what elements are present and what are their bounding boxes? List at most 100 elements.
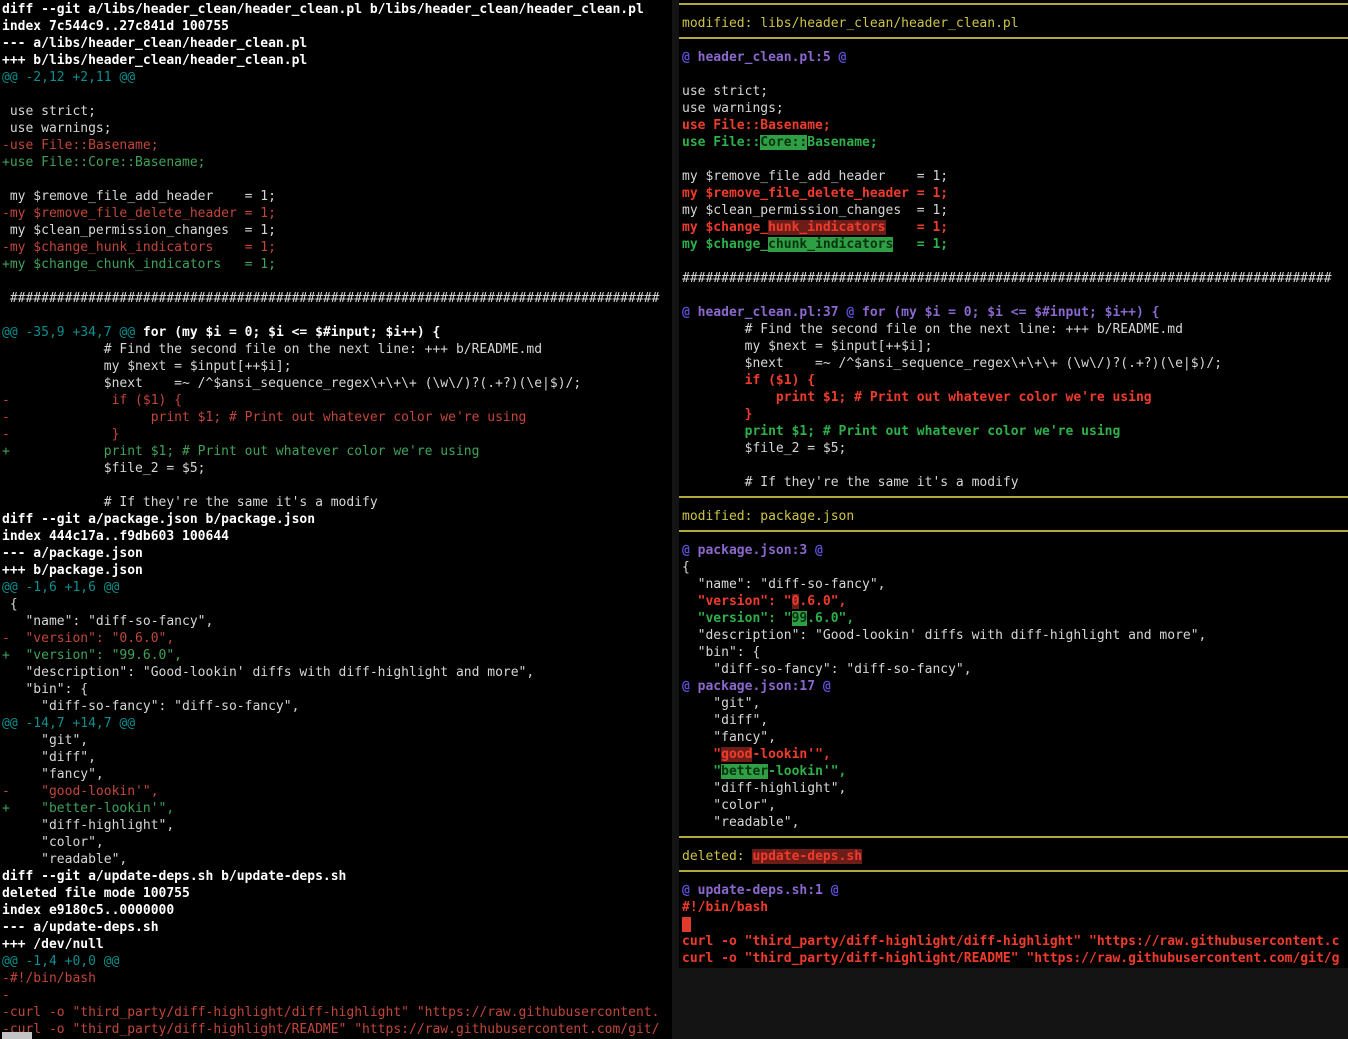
text-segment: @ [682,883,698,898]
section-separator-rule [679,530,1348,532]
terminal-line [0,273,672,290]
text-segment: "git", [2,733,88,748]
text-segment: deleted: [682,849,752,864]
terminal-line: "version": "0.6.0", [679,593,1348,610]
terminal-line: modified: package.json [679,508,1348,525]
terminal-line [0,171,672,188]
text-segment: +++ b/package.json [2,563,143,578]
terminal-line: --- a/package.json [0,545,672,562]
text-segment: "diff-highlight", [682,781,846,796]
text-segment: .6.0", [807,611,854,626]
text-segment: @@ -1,4 +0,0 @@ [2,954,119,969]
text-segment: print $1; # Print out whatever color we'… [682,390,1152,405]
terminal-line: @ header_clean.pl:5 @ [679,49,1348,66]
terminal-line [679,916,1348,933]
terminal-line: -my $change_hunk_indicators = 1; [0,239,672,256]
terminal-line: + print $1; # Print out whatever color w… [0,443,672,460]
terminal-line: @@ -14,7 +14,7 @@ [0,715,672,732]
terminal-line: use strict; [679,83,1348,100]
text-segment: @@ -1,6 +1,6 @@ [2,580,119,595]
text-segment: "color", [2,835,104,850]
text-segment: + "better-lookin'", [2,801,174,816]
terminal-line: ########################################… [679,270,1348,287]
terminal-line [679,287,1348,304]
text-segment: hunk_indicators [768,220,885,235]
text-segment: my $remove_file_add_header = 1; [2,189,276,204]
text-segment: header_clean.pl:5 [698,50,831,65]
terminal-line: - [0,987,672,1004]
text-segment: for (my $i = 0; $i <= $#input; $i++) { [135,325,440,340]
text-segment: "color", [682,798,776,813]
terminal-line: "git", [679,695,1348,712]
terminal-line: $next =~ /^$ansi_sequence_regex\+\+\+ (\… [679,355,1348,372]
terminal-line: -my $remove_file_delete_header = 1; [0,205,672,222]
terminal-line: -curl -o "third_party/diff-highlight/dif… [0,1004,672,1021]
text-segment: update-deps.sh:1 [698,883,823,898]
terminal-line: + "version": "99.6.0", [0,647,672,664]
text-segment: deleted file mode 100755 [2,886,190,901]
text-segment: @ [839,305,855,320]
text-segment: @ [682,50,698,65]
text-segment: = 1; [886,220,949,235]
text-segment: "description": "Good-lookin' diffs with … [2,665,534,680]
terminal-line: diff --git a/libs/header_clean/header_cl… [0,1,672,18]
terminal-line: "diff-highlight", [679,780,1348,797]
terminal-line: -use File::Basename; [0,137,672,154]
terminal-line: $file_2 = $5; [679,440,1348,457]
section-separator-rule [679,496,1348,498]
terminal-line: $file_2 = $5; [0,460,672,477]
terminal-line: # If they're the same it's a modify [0,494,672,511]
text-segment: package.json:17 [698,679,815,694]
text-segment: "diff-highlight", [2,818,174,833]
terminal-line: "bin": { [0,681,672,698]
text-segment: +++ /dev/null [2,937,104,952]
text-segment: .6.0", [799,594,846,609]
text-segment: print $1; # Print out whatever color we'… [682,424,1120,439]
terminal-line: # Find the second file on the next line:… [679,321,1348,338]
text-segment: "bin": { [2,682,88,697]
text-segment: -my $remove_file_delete_header = 1; [2,206,276,221]
terminal-line: # Find the second file on the next line:… [0,341,672,358]
text-segment: index e9180c5..0000000 [2,903,174,918]
terminal-line: --- a/update-deps.sh [0,919,672,936]
terminal-line: "fancy", [0,766,672,783]
text-segment: $next =~ /^$ansi_sequence_regex\+\+\+ (\… [2,376,581,391]
terminal-line: diff --git a/package.json b/package.json [0,511,672,528]
text-segment: @@ -2,12 +2,11 @@ [2,70,135,85]
text-segment: "version": " [682,594,792,609]
terminal-line: - if ($1) { [0,392,672,409]
terminal-line: @ package.json:3 @ [679,542,1348,559]
text-segment: "diff-so-fancy": "diff-so-fancy", [2,699,299,714]
terminal-line: my $remove_file_add_header = 1; [679,168,1348,185]
section-separator-rule [679,37,1348,39]
text-segment: + "version": "99.6.0", [2,648,182,663]
terminal-line: @@ -35,9 +34,7 @@ for (my $i = 0; $i <= … [0,324,672,341]
text-segment: "description": "Good-lookin' diffs with … [682,628,1206,643]
terminal-line: "color", [679,797,1348,814]
terminal-line: "color", [0,834,672,851]
text-segment: - [2,988,10,1003]
text-segment: my $change_ [682,220,768,235]
text-segment: -#!/bin/bash [2,971,96,986]
text-segment: "version": " [682,611,792,626]
text-segment: my $remove_file_add_header = 1; [682,169,948,184]
terminal-line: @@ -1,6 +1,6 @@ [0,579,672,596]
terminal-line: my $change_hunk_indicators = 1; [679,219,1348,236]
terminal-line: +++ b/libs/header_clean/header_clean.pl [0,52,672,69]
text-segment: @@ -35,9 +34,7 @@ [2,325,135,340]
terminal-line: my $remove_file_add_header = 1; [0,188,672,205]
text-segment: - } [2,427,119,442]
text-segment: @ [831,50,847,65]
terminal-line [0,307,672,324]
text-segment: + print $1; # Print out whatever color w… [2,444,479,459]
terminal-line: - "version": "0.6.0", [0,630,672,647]
text-segment: curl -o "third_party/diff-highlight/diff… [682,934,1339,949]
text-segment: curl -o "third_party/diff-highlight/READ… [682,951,1339,966]
text-segment: --- a/package.json [2,546,143,561]
terminal-line: "diff-highlight", [0,817,672,834]
text-segment: @ [682,543,698,558]
terminal-line: my $next = $input[++$i]; [0,358,672,375]
text-segment: index 7c544c9..27c841d 100755 [2,19,229,34]
text-segment: - print $1; # Print out whatever color w… [2,410,526,425]
terminal-line: -#!/bin/bash [0,970,672,987]
